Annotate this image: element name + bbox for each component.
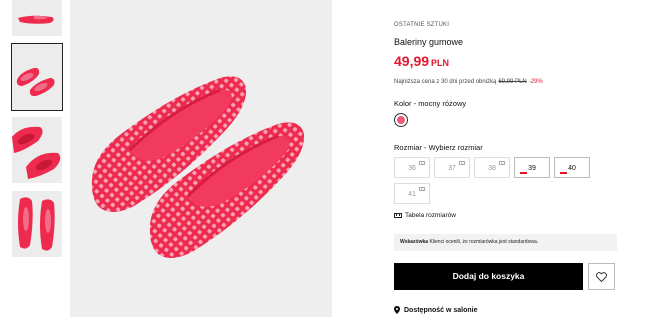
discount-badge: -29%	[528, 79, 543, 85]
size-label-text: Rozmiar	[394, 143, 422, 152]
color-label-text: Kolor	[394, 99, 412, 108]
thumbnail-3[interactable]	[12, 117, 62, 183]
size-label: Rozmiar - Wybierz rozmiar	[394, 143, 483, 152]
hint-text: Klienci ocenili, że rozmiarówka jest sta…	[429, 239, 539, 245]
size-chart-link[interactable]: Tabela rozmiarów	[394, 212, 456, 219]
lowest-price-info: Najniższa cena z 30 dni przed obniżką 69,…	[394, 79, 543, 85]
ballet-flats-image	[70, 0, 332, 317]
old-price: 69,99 PLN	[498, 79, 527, 85]
notify-envelope-icon	[459, 161, 465, 165]
size-option-40[interactable]: 40	[554, 157, 590, 178]
product-title: Baleriny gumowe	[394, 37, 464, 47]
size-chart-label: Tabela rozmiarów	[405, 212, 456, 219]
color-swatch-fill	[397, 116, 405, 124]
stock-badge: OSTATNIE SZTUKI	[394, 22, 450, 28]
color-value: mocny różowy	[418, 99, 467, 108]
thumbnail-3-image	[12, 117, 62, 183]
main-product-image	[70, 0, 332, 317]
thumbnail-2-image	[12, 44, 62, 110]
lowest-price-text: Najniższa cena z 30 dni przed obniżką	[394, 79, 497, 85]
low-stock-indicator	[520, 172, 527, 174]
notify-envelope-icon	[419, 161, 425, 165]
thumbnail-2[interactable]	[11, 43, 63, 111]
size-number: 37	[448, 165, 456, 172]
price-value: 49,99	[394, 53, 430, 69]
heart-icon	[596, 271, 607, 282]
thumbnail-4[interactable]	[12, 191, 62, 257]
location-pin-icon	[394, 306, 400, 314]
size-option-36[interactable]: 36	[394, 157, 430, 178]
size-option-39[interactable]: 39	[514, 157, 550, 178]
size-number: 41	[408, 191, 416, 198]
size-hint: Wskazówka Klienci ocenili, że rozmiarówk…	[394, 234, 617, 251]
notify-envelope-icon	[499, 161, 505, 165]
low-stock-indicator	[560, 172, 567, 174]
thumbnail-1-image	[12, 0, 62, 36]
hint-label: Wskazówka	[400, 239, 429, 245]
thumbnail-4-image	[12, 191, 62, 257]
size-prompt: Wybierz rozmiar	[428, 143, 483, 152]
size-option-41[interactable]: 41	[394, 183, 430, 204]
ruler-icon	[394, 213, 402, 218]
color-label: Kolor - mocny różowy	[394, 99, 467, 108]
color-swatch-selected[interactable]	[394, 113, 408, 127]
size-number: 40	[568, 165, 576, 172]
size-number: 38	[488, 165, 496, 172]
add-to-cart-button[interactable]: Dodaj do koszyka	[394, 263, 583, 290]
size-number: 39	[528, 165, 536, 172]
size-number: 36	[408, 165, 416, 172]
notify-envelope-icon	[419, 187, 425, 191]
store-availability-link[interactable]: Dostępność w salonie	[394, 306, 478, 314]
store-availability-label: Dostępność w salonie	[404, 306, 478, 314]
wishlist-button[interactable]	[588, 263, 615, 290]
thumbnail-1[interactable]	[12, 0, 62, 36]
size-option-38[interactable]: 38	[474, 157, 510, 178]
size-option-37[interactable]: 37	[434, 157, 470, 178]
product-price: 49,99 PLN	[394, 53, 449, 69]
price-currency: PLN	[431, 58, 450, 68]
